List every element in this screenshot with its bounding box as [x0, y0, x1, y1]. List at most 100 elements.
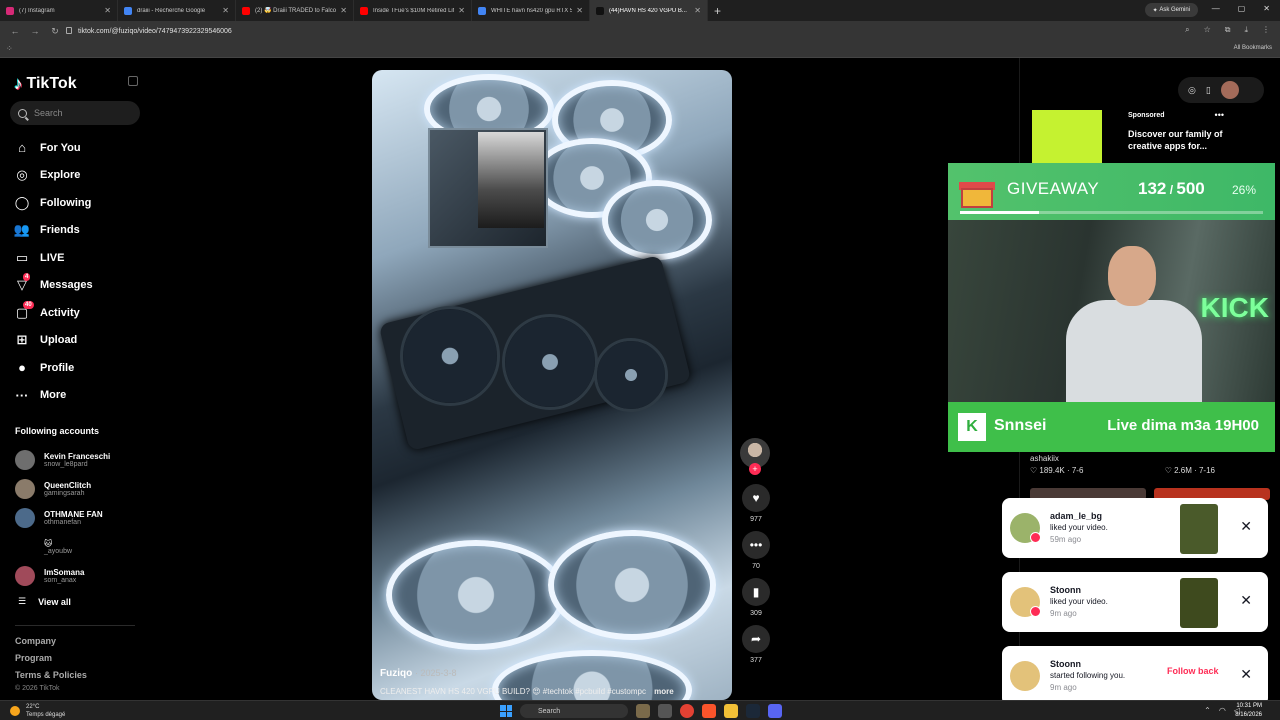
notification-card[interactable]: Stoonn liked your video. 9m ago ✕	[1002, 572, 1268, 632]
system-clock[interactable]: 10:31 PM 8/16/2026	[1235, 702, 1262, 720]
tab-list: (7) Instagram ✕ draiii - Recherche Google ✕…	[0, 0, 708, 21]
tab-close-icon[interactable]: ✕	[104, 6, 111, 15]
comment-button[interactable]: ••• 70	[740, 531, 772, 570]
sidebar-item-label: Messages	[40, 279, 93, 292]
close-icon[interactable]: ✕	[1240, 518, 1252, 535]
user-avatar[interactable]	[1220, 81, 1239, 99]
footer-link[interactable]: Program	[15, 653, 87, 670]
brave-icon[interactable]	[702, 704, 716, 718]
download-icon[interactable]: ⤓	[1244, 25, 1248, 35]
browser-tab[interactable]: (44)HAVN HS 420 VGPU B... ✕	[590, 0, 708, 21]
device-icon[interactable]: ▯	[1206, 85, 1211, 96]
ad-menu-icon[interactable]: •••	[1215, 110, 1224, 120]
start-button[interactable]	[500, 705, 512, 717]
tab-close-icon[interactable]: ✕	[576, 6, 583, 15]
video-player[interactable]: Fuziqo · 2025-3-8 CLEANEST HAVN HS 420 V…	[372, 70, 732, 700]
steam-icon[interactable]	[746, 704, 760, 718]
follow-back-button[interactable]: Follow back	[1167, 666, 1219, 676]
tab-close-icon[interactable]: ✕	[340, 6, 347, 15]
chrome-icon[interactable]	[680, 704, 694, 718]
sponsored-ad[interactable]: Sponsored ••• Discover our family of cre…	[1032, 110, 1232, 166]
live-icon: ▭	[14, 250, 30, 266]
sidebar-item-upload[interactable]: ⊞ Upload	[14, 327, 93, 355]
taskbar-app-icon[interactable]	[636, 704, 650, 718]
menu-dots-icon[interactable]: ⋮	[1262, 25, 1270, 35]
search-input[interactable]: Search	[10, 101, 140, 125]
sidebar-item-profile[interactable]: ● Profile	[14, 354, 93, 382]
tab-close-icon[interactable]: ✕	[222, 6, 229, 15]
close-icon[interactable]: ✕	[1240, 592, 1252, 609]
weather-widget[interactable]: 22°C Temps dégagé	[10, 703, 65, 719]
ask-gemini-button[interactable]: ✦ Ask Gemini	[1144, 3, 1198, 17]
share-button[interactable]: ➦ 377	[740, 625, 772, 664]
sidebar-item-friends[interactable]: 👥 Friends	[14, 217, 93, 245]
view-all-label: View all	[38, 596, 71, 607]
following-account[interactable]: QueenClitch gamingsarah	[15, 474, 110, 503]
video-thumbnail[interactable]	[1180, 578, 1218, 628]
address-bar[interactable]: tiktok.com/@fuziqo/video/747947392232954…	[62, 24, 1176, 38]
creator-avatar[interactable]: +	[740, 438, 770, 475]
sidebar-item-following[interactable]: ◯ Following	[14, 189, 93, 217]
notification-card[interactable]: adam_le_bg liked your video. 59m ago ✕	[1002, 498, 1268, 558]
tiktok-logo[interactable]: ♪ TikTok	[14, 74, 77, 94]
view-all-button[interactable]: ☰ View all	[18, 596, 71, 607]
notification-card[interactable]: Stoonn started following you. 9m ago Follow…	[1002, 646, 1268, 706]
all-bookmarks-button[interactable]: All Bookmarks	[1234, 45, 1272, 51]
following-account[interactable]: 🐱 _ayoubw	[15, 532, 110, 561]
new-tab-button[interactable]: +	[714, 4, 721, 18]
clock-date: 8/16/2026	[1235, 712, 1262, 718]
sidebar-item-for-you[interactable]: ⌂ For You	[14, 134, 93, 162]
notification-time: 59m ago	[1050, 535, 1082, 544]
close-window-icon[interactable]: ✕	[1263, 4, 1270, 13]
sidebar-item-label: Explore	[40, 169, 81, 182]
wifi-icon[interactable]: ◠	[1219, 706, 1226, 715]
taskbar-search[interactable]: Search	[520, 704, 628, 718]
apps-icon[interactable]: ⁘	[6, 44, 13, 53]
more-link[interactable]: more	[654, 687, 674, 696]
maximize-icon[interactable]: ▢	[1238, 4, 1246, 13]
browser-tab[interactable]: WHITE havn hs420 gpu RTX 50...✕	[472, 0, 590, 21]
taskbar-apps	[636, 704, 782, 718]
browser-tab[interactable]: (7) Instagram ✕	[0, 0, 118, 21]
video-thumbnail[interactable]	[1180, 504, 1218, 554]
coins-icon[interactable]: ◎	[1188, 85, 1196, 96]
star-icon[interactable]: ☆	[1204, 25, 1211, 35]
close-icon[interactable]: ✕	[1240, 666, 1252, 683]
tab-favicon-icon	[360, 6, 368, 15]
back-icon[interactable]: ←	[10, 26, 20, 36]
following-account[interactable]: ImSomana som_anax	[15, 561, 110, 590]
video-author[interactable]: Fuziqo · 2025-3-8	[380, 668, 457, 679]
site-info-icon[interactable]	[66, 27, 72, 34]
browser-tab[interactable]: draiii - Recherche Google ✕	[118, 0, 236, 21]
follow-plus-icon[interactable]: +	[749, 463, 761, 475]
browser-tab[interactable]: Inside TFue's $10M Retired Life... ✕	[354, 0, 472, 21]
browser-tab[interactable]: (2) 🤯 Draiii TRADED to Falcon... ✕	[236, 0, 354, 21]
following-account[interactable]: OTHMANE FAN othmanefan	[15, 503, 110, 532]
extensions-icon[interactable]: ⧉	[1225, 25, 1231, 35]
file-explorer-icon[interactable]	[724, 704, 738, 718]
footer-link[interactable]: Company	[15, 636, 87, 653]
reload-icon[interactable]: ↻	[50, 26, 60, 37]
sidebar-item-explore[interactable]: ◎ Explore	[14, 162, 93, 190]
tray-expand-icon[interactable]: ⌃	[1204, 706, 1211, 715]
related-username[interactable]: ashakiix	[1030, 454, 1260, 463]
sidebar-item-messages[interactable]: ▽ 4 Messages	[14, 272, 93, 300]
search-placeholder: Search	[34, 108, 63, 118]
sidebar-item-more[interactable]: ··· More	[14, 382, 93, 410]
video-caption: CLEANEST HAVN HS 420 VGPU BUILD? 😍 #tech…	[380, 687, 724, 696]
discord-icon[interactable]	[768, 704, 782, 718]
tab-close-icon[interactable]: ✕	[694, 6, 701, 15]
task-view-icon[interactable]	[658, 704, 672, 718]
following-account[interactable]: Kevin Franceschi snow_le8pard	[15, 445, 110, 474]
tab-close-icon[interactable]: ✕	[458, 6, 465, 15]
minimize-icon[interactable]: —	[1212, 4, 1220, 13]
sidebar-item-activity[interactable]: ▢ 40 Activity	[14, 299, 93, 327]
bookmark-button[interactable]: ▮ 309	[740, 578, 772, 617]
collapse-sidebar-icon[interactable]	[128, 76, 138, 86]
notification-time: 9m ago	[1050, 683, 1077, 692]
zoom-icon[interactable]: ⌕	[1185, 25, 1189, 35]
window-controls: — ▢ ✕	[1212, 4, 1270, 13]
forward-icon[interactable]: →	[30, 26, 40, 36]
heart-button[interactable]: ♥ 977	[740, 484, 772, 523]
sidebar-item-live[interactable]: ▭ LIVE	[14, 244, 93, 272]
